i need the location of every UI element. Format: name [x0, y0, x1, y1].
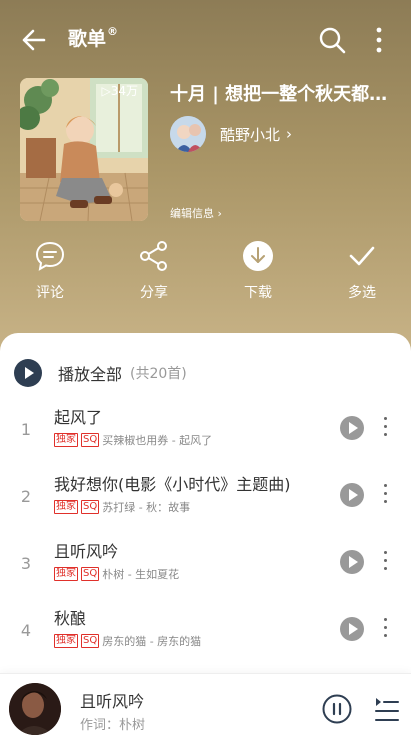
exclusive-badge: 独家 [54, 433, 78, 447]
comment-button[interactable]: 评论 [15, 240, 85, 302]
download-button[interactable]: 下载 [223, 240, 293, 302]
top-bar: 歌单® [0, 0, 411, 80]
play-all-icon [14, 359, 42, 387]
creator-name: 酷野小北 [220, 125, 281, 144]
creator-link[interactable]: 酷野小北 › [170, 116, 292, 152]
share-label: 分享 [140, 285, 168, 301]
play-circle-icon[interactable] [340, 416, 364, 440]
list-item[interactable]: 2 我好想你(电影《小时代》主题曲) 独家 SQ 苏打绿 - 秋：故事 [0, 467, 411, 527]
more-vertical-icon[interactable] [368, 24, 390, 56]
song-title: 且听风吟 [54, 542, 119, 561]
playlist-cover[interactable]: ▷34万 [20, 78, 148, 221]
registered-mark: ® [107, 24, 119, 38]
now-playing-title: 且听风吟 [80, 692, 145, 711]
exclusive-badge: 独家 [54, 634, 78, 648]
list-item[interactable]: 1 起风了 独家 SQ 买辣椒也用券 - 起风了 [0, 400, 411, 460]
avatar-image [170, 116, 206, 152]
song-index: 4 [20, 621, 32, 640]
song-subtitle: 买辣椒也用券 - 起风了 [102, 434, 213, 447]
exclusive-badge: 独家 [54, 500, 78, 514]
check-icon [349, 246, 375, 266]
song-index: 3 [20, 554, 32, 573]
page-title: 歌单® [68, 24, 118, 51]
song-meta: 独家 SQ 买辣椒也用券 - 起风了 [54, 432, 212, 448]
more-vertical-icon[interactable] [380, 484, 390, 506]
share-icon [140, 241, 167, 271]
comment-icon [35, 241, 65, 271]
play-circle-icon[interactable] [340, 617, 364, 641]
play-all-button[interactable]: 播放全部 (共20首) [14, 359, 187, 387]
more-vertical-icon[interactable] [380, 618, 390, 640]
song-title: 秋酿 [54, 609, 87, 628]
mini-player[interactable]: 且听风吟 作词：朴树 [0, 673, 411, 743]
list-item[interactable]: 3 且听风吟 独家 SQ 朴树 - 生如夏花 [0, 534, 411, 594]
cover-art [9, 683, 61, 735]
cover-illustration [20, 78, 148, 221]
more-vertical-icon[interactable] [380, 417, 390, 439]
pause-icon[interactable] [322, 694, 352, 724]
exclusive-badge: 独家 [54, 567, 78, 581]
download-icon [243, 241, 273, 271]
multiselect-button[interactable]: 多选 [327, 240, 397, 302]
play-count: ▷34万 [101, 84, 139, 98]
play-all-label: 播放全部 [58, 365, 123, 384]
song-title: 我好想你(电影《小时代》主题曲) [54, 475, 291, 494]
song-index: 1 [20, 420, 32, 439]
song-index: 2 [20, 487, 32, 506]
song-meta: 独家 SQ 朴树 - 生如夏花 [54, 566, 179, 582]
play-circle-icon[interactable] [340, 550, 364, 574]
song-subtitle: 苏打绿 - 秋：故事 [102, 501, 191, 514]
back-arrow-icon[interactable] [18, 24, 50, 56]
comment-label: 评论 [36, 285, 64, 301]
page-title-text: 歌单 [68, 28, 107, 50]
search-icon[interactable] [316, 24, 348, 56]
song-subtitle: 房东的猫 - 房东的猫 [102, 635, 202, 648]
multiselect-label: 多选 [348, 285, 376, 301]
sq-badge: SQ [81, 567, 100, 581]
song-meta: 独家 SQ 苏打绿 - 秋：故事 [54, 499, 190, 515]
sq-badge: SQ [81, 500, 100, 514]
edit-info-link[interactable]: 编辑信息 › [170, 205, 222, 221]
song-count: (共20首) [130, 366, 187, 382]
song-subtitle: 朴树 - 生如夏花 [102, 568, 180, 581]
playlist-name[interactable]: 十月 | 想把一整个秋天都告诉你 [170, 80, 395, 106]
action-bar: 评论 分享 下载 多选 [0, 240, 411, 310]
sq-badge: SQ [81, 433, 100, 447]
play-circle-icon[interactable] [340, 483, 364, 507]
now-playing-subtitle: 作词：朴树 [80, 718, 146, 733]
song-title: 起风了 [54, 408, 103, 427]
share-button[interactable]: 分享 [119, 240, 189, 302]
download-label: 下载 [244, 285, 272, 301]
play-triangle-icon [25, 367, 34, 379]
list-item[interactable]: 4 秋酿 独家 SQ 房东的猫 - 房东的猫 [0, 601, 411, 661]
sq-badge: SQ [81, 634, 100, 648]
more-vertical-icon[interactable] [380, 551, 390, 573]
avatar [170, 116, 206, 152]
song-meta: 独家 SQ 房东的猫 - 房东的猫 [54, 633, 201, 649]
now-playing-cover[interactable] [9, 683, 61, 735]
chevron-right-icon: › [286, 125, 293, 143]
playlist-queue-icon[interactable] [374, 694, 400, 724]
